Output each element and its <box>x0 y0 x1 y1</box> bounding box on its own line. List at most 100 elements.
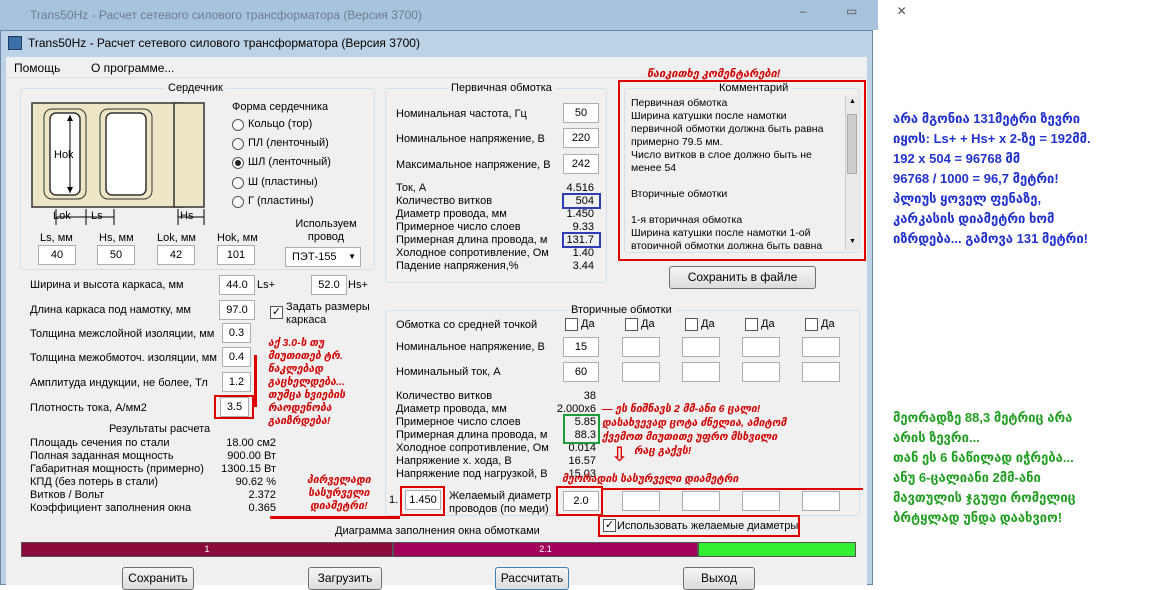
center-tap-checkbox-3[interactable] <box>685 318 698 331</box>
blue-note-line: იზრდება... გამოვა 131 მეტრი! <box>893 231 1088 246</box>
dim-label-hok: Hok, мм <box>217 232 258 244</box>
wire-select-value: ПЭТ-155 <box>292 251 337 263</box>
center-tap-yes-5: Да <box>821 318 835 330</box>
results-row-value: 2.372 <box>248 489 276 501</box>
annotation-diameter-line: რაც გაქვს! <box>634 445 692 457</box>
primary-row-label: Примерная длина провода, м <box>396 234 548 246</box>
interwinding-input[interactable]: 0.4 <box>222 347 251 367</box>
interlayer-input[interactable]: 0.3 <box>222 323 251 343</box>
blue-note-line: 96768 / 1000 = 96,7 მეტრი! <box>893 171 1059 186</box>
primary-row-label: Падение напряжения,% <box>396 260 519 272</box>
background-window-controls[interactable]: – ▭ ✕ <box>800 4 925 18</box>
primary-max-voltage-input[interactable]: 242 <box>563 154 599 174</box>
secondary-voltage-input-5[interactable] <box>802 337 840 357</box>
desired-secondary-input-1[interactable]: 2.0 <box>563 491 599 511</box>
comments-scrollbar[interactable]: ▲ ▼ <box>845 96 858 250</box>
load-button[interactable]: Загрузить <box>308 567 382 590</box>
current-density-input[interactable]: 3.5 <box>220 397 249 417</box>
frame-height-input[interactable]: 52.0 <box>311 275 347 295</box>
dim-input-lok[interactable]: 42 <box>157 245 195 265</box>
blue-note-line: 192 x 504 = 96768 მმ <box>893 151 1021 166</box>
primary-row-label: Примерное число слоев <box>396 221 521 233</box>
dim-label-hs: Hs, мм <box>99 232 134 244</box>
secondary-current-input-1[interactable]: 60 <box>563 362 599 382</box>
blue-note-line: არა მგონია 131მეტრი ზევრი <box>893 111 1081 126</box>
shape-radio-torus[interactable] <box>232 119 244 131</box>
center-tap-checkbox-5[interactable] <box>805 318 818 331</box>
core-shape-title: Форма сердечника <box>232 101 329 113</box>
desired-diam-label-2: проводов (по меди) <box>449 503 549 515</box>
secondary-row-value: 16.57 <box>568 455 596 467</box>
save-to-file-button[interactable]: Сохранить в файле <box>669 266 816 289</box>
annotation-density-line: რაოდენობა <box>268 402 332 414</box>
arrow-down-icon: ⇩ <box>611 444 628 466</box>
exit-button[interactable]: Выход <box>683 567 755 590</box>
scroll-up-icon[interactable]: ▲ <box>849 98 856 105</box>
secondary-voltage-label: Номинальное напряжение, В <box>396 341 545 353</box>
center-tap-checkbox-2[interactable] <box>625 318 638 331</box>
menu-help[interactable]: Помощь <box>14 61 60 75</box>
desired-secondary-input-4[interactable] <box>742 491 780 511</box>
comments-title: Комментарий <box>716 82 792 94</box>
secondary-current-input-5[interactable] <box>802 362 840 382</box>
fill-segment-1: 1 <box>21 542 393 557</box>
wire-title: Используем провод <box>295 218 357 243</box>
center-tap-checkbox-4[interactable] <box>745 318 758 331</box>
results-row-value: 1300.15 Вт <box>221 463 276 475</box>
scroll-down-icon[interactable]: ▼ <box>849 238 856 245</box>
save-button[interactable]: Сохранить <box>122 567 194 590</box>
wire-select[interactable]: ПЭТ-155 ▼ <box>285 247 361 267</box>
green-side-note: მეორადზე 88,3 მეტრიც არა არის ზევრი... თ… <box>893 408 1076 528</box>
wire-length-highlight <box>562 232 601 248</box>
desired-secondary-input-2[interactable] <box>622 491 660 511</box>
primary-row-value: 1.40 <box>572 247 594 259</box>
shape-radio-shl[interactable] <box>232 157 244 169</box>
desired-secondary-input-3[interactable] <box>682 491 720 511</box>
induction-input[interactable]: 1.2 <box>222 372 251 392</box>
primary-freq-input[interactable]: 50 <box>563 103 599 123</box>
desired-primary-input[interactable]: 1.450 <box>405 490 441 510</box>
menu-about[interactable]: О программе... <box>91 61 174 75</box>
secondary-voltage-input-1[interactable]: 15 <box>563 337 599 357</box>
fill-segment-3 <box>698 542 856 557</box>
set-frame-checkbox[interactable]: ✓ <box>270 306 283 319</box>
primary-voltage-input[interactable]: 220 <box>563 128 599 148</box>
calculate-button[interactable]: Рассчитать <box>495 567 569 590</box>
blue-note-line: კარკასის დიამეტრი ხომ <box>893 211 1055 226</box>
use-desired-checkbox[interactable]: ✓ <box>603 519 616 532</box>
annotation-diameter-note: — ეს ნიშნავს 2 მმ-ანი 6 ცალი! დასახვევად… <box>602 402 786 458</box>
frame-width-input[interactable]: 44.0 <box>219 275 255 295</box>
annotation-primary-desired-line: დიამეტრი! <box>310 500 368 512</box>
secondary-current-input-2[interactable] <box>622 362 660 382</box>
winding-length-input[interactable]: 97.0 <box>219 300 255 320</box>
induction-label: Амплитуда индукции, не более, Тл <box>30 377 208 389</box>
center-tap-checkbox-1[interactable] <box>565 318 578 331</box>
annotation-diameter-line: დასახვევად ცოტა ძნელია, ამიტომ <box>602 417 787 429</box>
dim-input-ls[interactable]: 40 <box>38 245 76 265</box>
primary-row-value: 3.44 <box>572 260 594 272</box>
dim-input-hs[interactable]: 50 <box>97 245 135 265</box>
shape-radio-pl[interactable] <box>232 138 244 150</box>
comments-text: Первичная обмотка Ширина катушки после н… <box>631 97 824 249</box>
dim-input-hok[interactable]: 101 <box>217 245 255 265</box>
dim-label-lok: Lok, мм <box>157 232 196 244</box>
frame-size-label: Ширина и высота каркаса, мм <box>30 279 184 291</box>
secondary-current-input-4[interactable] <box>742 362 780 382</box>
green-note-line: მავთულის ჯგუფი რომელიც <box>893 490 1076 505</box>
primary-group-title: Первичная обмотка <box>448 82 555 94</box>
set-frame-label: Задать размеры каркаса <box>286 301 370 326</box>
desired-primary-prefix: 1. <box>389 494 399 506</box>
chevron-down-icon: ▼ <box>348 252 356 261</box>
shape-radio-g[interactable] <box>232 196 244 208</box>
secondary-current-input-3[interactable] <box>682 362 720 382</box>
annotation-read-comments: წაიკითხე კომენტარები! <box>647 68 781 80</box>
secondary-voltage-input-3[interactable] <box>682 337 720 357</box>
shape-label-g: Г (пластины) <box>248 195 314 207</box>
shape-radio-sh[interactable] <box>232 177 244 189</box>
annotation-density-line: აქ 3.0-ს თუ <box>268 337 325 349</box>
secondary-voltage-input-4[interactable] <box>742 337 780 357</box>
secondary-voltage-input-2[interactable] <box>622 337 660 357</box>
desired-secondary-input-5[interactable] <box>802 491 840 511</box>
comments-scroll-thumb[interactable] <box>847 114 857 174</box>
primary-row-label: Ток, А <box>396 182 427 194</box>
